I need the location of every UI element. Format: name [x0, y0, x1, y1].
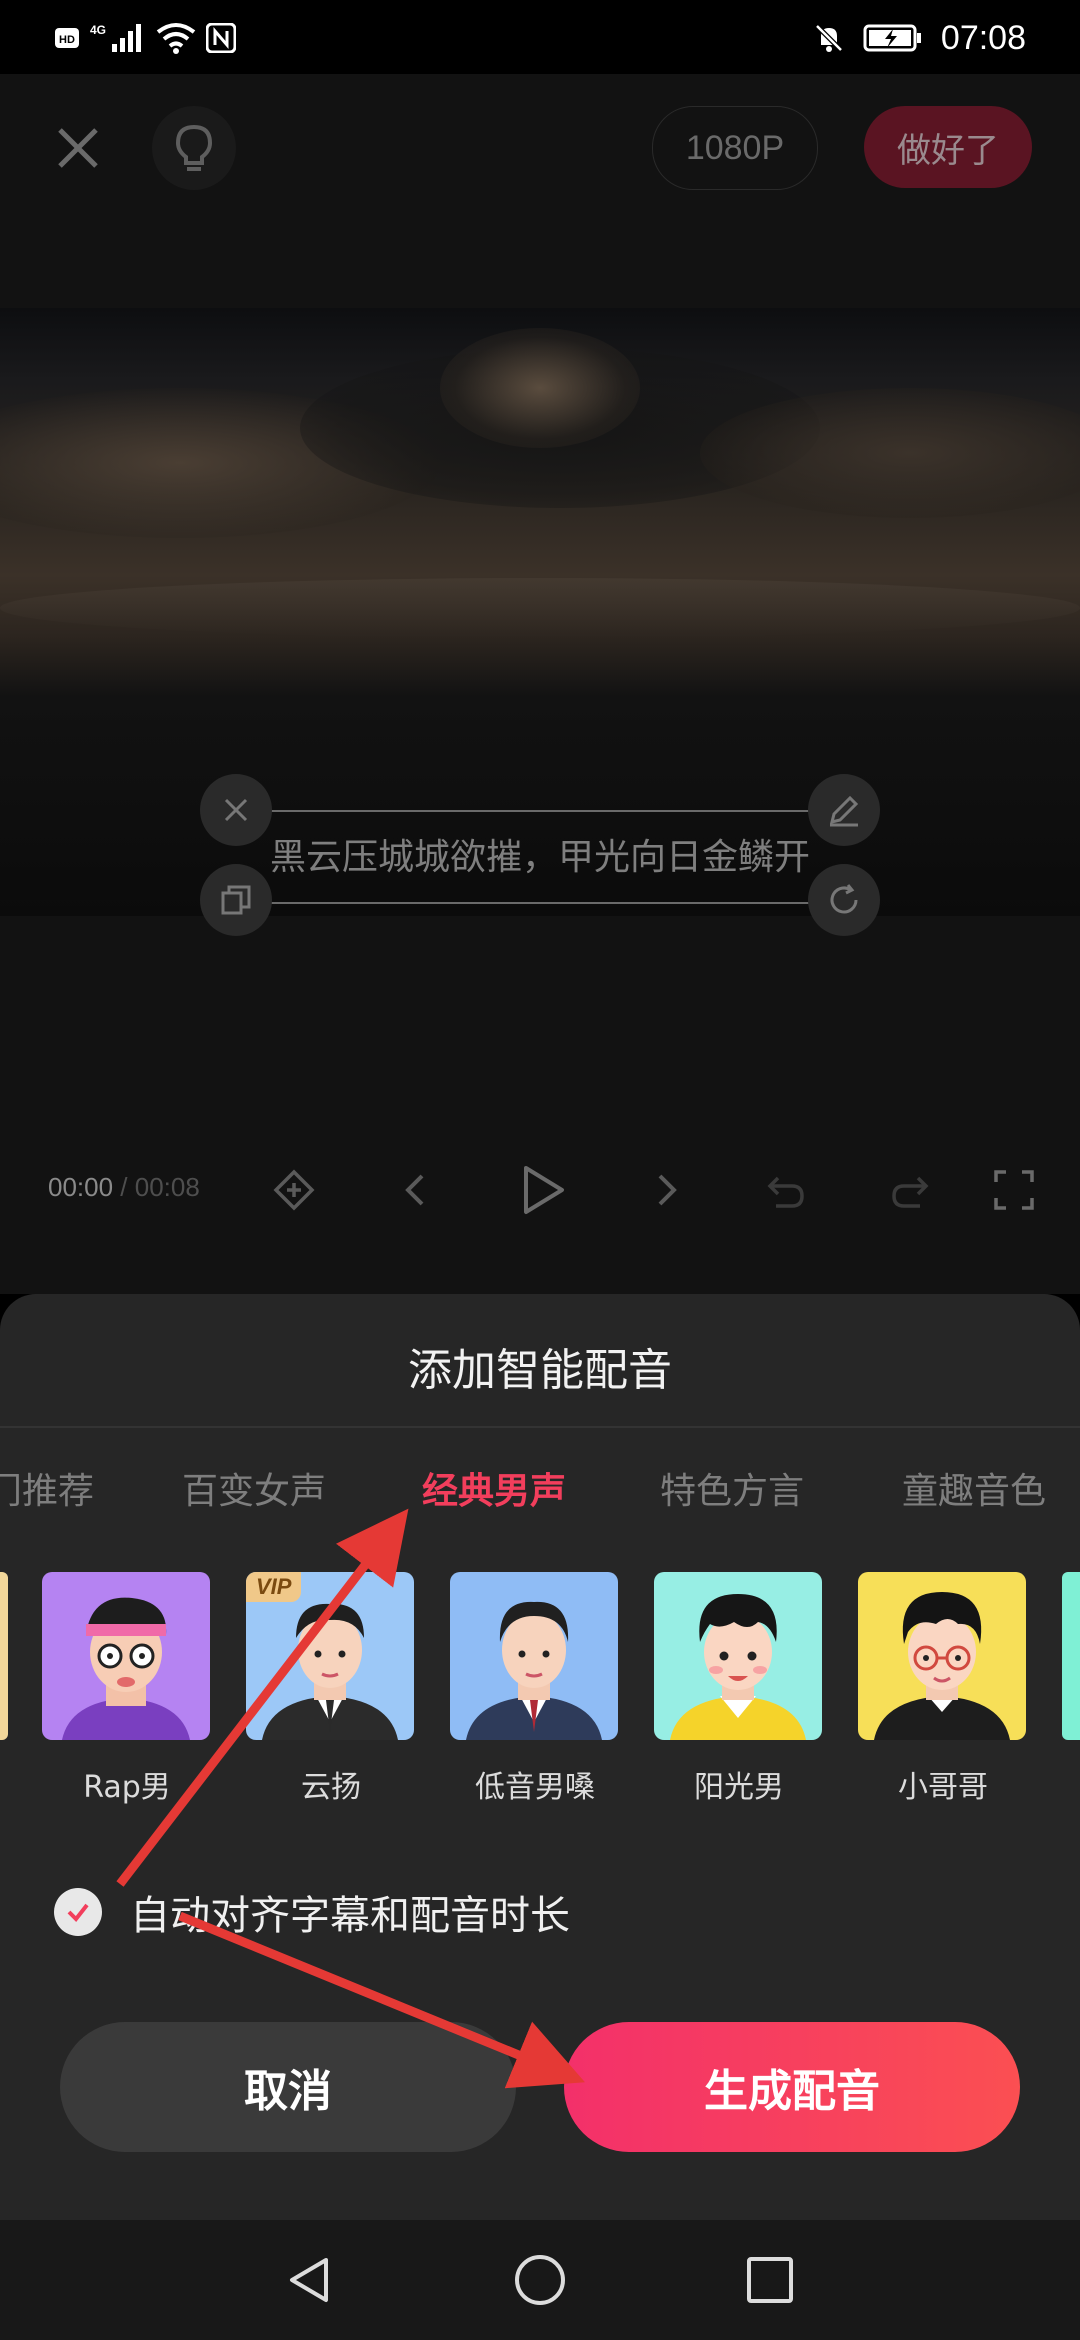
voice-name: 阳光男 — [694, 1770, 784, 1805]
voice-avatar — [450, 1572, 618, 1740]
voice-category-tabs: 门推荐 百变女声 经典男声 特色方言 童趣音色 — [0, 1462, 1080, 1522]
close-icon — [58, 128, 98, 168]
subtitle-copy-handle[interactable] — [200, 864, 272, 936]
chevron-left-icon — [405, 1174, 424, 1206]
voice-avatar — [654, 1572, 822, 1740]
voice-name: Rap男 — [83, 1770, 171, 1805]
copy-icon — [221, 885, 251, 915]
battery-icon — [863, 24, 921, 52]
voice-avatar — [858, 1572, 1026, 1740]
wifi-icon — [156, 23, 196, 54]
voice-card[interactable]: VIP 云扬 — [246, 1572, 416, 1806]
tab-dialects[interactable]: 特色方言 — [660, 1462, 804, 1514]
nav-home-button[interactable] — [512, 2252, 568, 2312]
tab-classic-male[interactable]: 经典男声 — [422, 1462, 566, 1514]
time-readout: 00:00 / 00:08 — [48, 1172, 200, 1203]
fullscreen-icon — [994, 1170, 1034, 1210]
fullscreen-button[interactable] — [992, 1168, 1036, 1216]
suit-man-avatar-icon — [466, 1601, 602, 1740]
hd-icon: HD — [55, 28, 79, 48]
young-man-avatar-icon — [874, 1592, 1010, 1740]
rapper-avatar-icon — [62, 1597, 190, 1740]
voice-avatar: VIP — [246, 1572, 414, 1740]
divider — [0, 1426, 1080, 1428]
checkmark-icon — [67, 1903, 89, 1923]
play-icon — [524, 1166, 564, 1214]
voice-avatar — [42, 1572, 210, 1740]
redo-icon — [892, 1176, 929, 1208]
nav-recents-button[interactable] — [742, 2252, 798, 2312]
next-frame-button[interactable] — [646, 1170, 686, 1214]
voice-card[interactable]: 低音男嗓 — [450, 1572, 620, 1806]
auto-align-option[interactable]: 自动对齐字幕和配音时长 — [54, 1882, 570, 1942]
add-keyframe-button[interactable] — [272, 1168, 316, 1216]
time-separator: / — [113, 1172, 135, 1202]
nav-back-button[interactable] — [282, 2252, 338, 2312]
subtitle-rotate-handle[interactable] — [808, 864, 880, 936]
voice-name: 低音男嗓 — [475, 1770, 595, 1805]
previous-frame-button[interactable] — [396, 1170, 436, 1214]
auto-align-label: 自动对齐字幕和配音时长 — [130, 1893, 570, 1939]
sunny-boy-avatar-icon — [670, 1594, 806, 1740]
undo-button[interactable] — [764, 1168, 808, 1216]
voice-card[interactable]: 阳光男 — [654, 1572, 824, 1806]
voice-name: 云扬 — [301, 1770, 361, 1805]
close-editor-button[interactable] — [50, 120, 106, 176]
voice-card[interactable]: Rap男 — [42, 1572, 212, 1806]
back-triangle-icon — [290, 2258, 328, 2302]
status-left-icons: HD 4G — [54, 18, 236, 58]
generate-dubbing-button[interactable]: 生成配音 — [564, 2022, 1020, 2152]
voice-card-partial-left[interactable] — [0, 1572, 8, 1740]
play-button[interactable] — [514, 1162, 570, 1222]
voice-card-partial-right[interactable] — [1062, 1572, 1080, 1740]
auto-align-checkbox[interactable] — [54, 1888, 102, 1936]
status-right-icons: 07:08 — [813, 16, 1026, 60]
svg-text:HD: HD — [59, 34, 75, 46]
mute-bell-icon — [815, 24, 843, 52]
svg-text:4G: 4G — [90, 23, 106, 37]
subtitle-text[interactable]: 黑云压城城欲摧，甲光向日金鳞开 — [236, 828, 844, 880]
done-button[interactable]: 做好了 — [864, 106, 1032, 188]
nfc-icon — [206, 23, 236, 53]
subtitle-edit-handle[interactable] — [808, 774, 880, 846]
chevron-right-icon — [658, 1174, 677, 1206]
total-time: 00:08 — [134, 1172, 200, 1202]
sheet-title: 添加智能配音 — [408, 1345, 672, 1396]
recents-square-icon — [747, 2257, 793, 2303]
voice-card[interactable]: 小哥哥 — [858, 1572, 1028, 1806]
rotate-icon — [830, 884, 858, 914]
clock: 07:08 — [940, 18, 1026, 57]
subtitle-delete-handle[interactable] — [200, 774, 272, 846]
current-time: 00:00 — [48, 1172, 114, 1202]
vip-badge: VIP — [246, 1572, 302, 1602]
home-circle-icon — [515, 2255, 565, 2305]
cancel-button[interactable]: 取消 — [60, 2022, 516, 2152]
keyframe-icon — [273, 1169, 315, 1211]
4g-signal-icon: 4G — [90, 23, 141, 52]
resolution-button[interactable]: 1080P — [652, 106, 818, 190]
undo-icon — [767, 1176, 804, 1208]
tips-button[interactable] — [152, 106, 236, 190]
redo-button[interactable] — [888, 1168, 932, 1216]
pencil-icon — [829, 795, 859, 827]
tab-female-voices[interactable]: 百变女声 — [182, 1462, 326, 1514]
close-icon — [224, 798, 248, 822]
tab-hot-recommend[interactable]: 门推荐 — [0, 1462, 94, 1514]
voice-name: 小哥哥 — [898, 1770, 988, 1805]
tab-kids-voices[interactable]: 童趣音色 — [902, 1462, 1046, 1514]
lightbulb-icon — [175, 124, 213, 171]
